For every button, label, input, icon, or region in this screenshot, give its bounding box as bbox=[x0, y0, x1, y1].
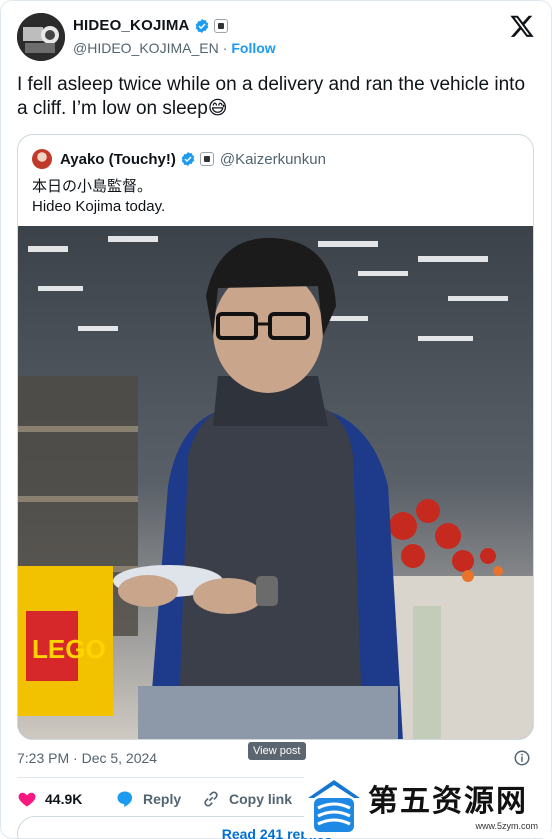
link-icon bbox=[204, 791, 218, 807]
tweet-card: HIDEO_KOJIMA @HIDEO_KOJIMA_EN · Follow I… bbox=[0, 0, 552, 839]
verified-badge-icon bbox=[195, 18, 208, 33]
quoted-verified-badge-icon bbox=[181, 152, 195, 166]
svg-text:LEGO: LEGO bbox=[32, 634, 106, 664]
likes-count: 44.9K bbox=[45, 791, 83, 807]
watermark: 第五资源网 www.5zym.com bbox=[304, 776, 550, 838]
heart-icon bbox=[18, 792, 36, 807]
like-button[interactable]: 44.9K bbox=[17, 788, 115, 810]
watermark-text: 第五资源网 www.5zym.com bbox=[368, 783, 538, 831]
author-name-text[interactable]: HIDEO_KOJIMA bbox=[73, 17, 190, 34]
author-avatar[interactable] bbox=[17, 13, 65, 61]
watermark-logo bbox=[308, 780, 360, 832]
quoted-avatar[interactable] bbox=[32, 149, 52, 169]
author-handle[interactable]: @HIDEO_KOJIMA_EN bbox=[73, 40, 219, 56]
info-icon[interactable] bbox=[513, 749, 531, 767]
copy-link-label: Copy link bbox=[229, 791, 293, 807]
reply-label: Reply bbox=[143, 791, 182, 807]
quoted-text: 本日の小島監督。 Hideo Kojima today. bbox=[32, 177, 165, 217]
x-logo-icon[interactable] bbox=[509, 13, 535, 39]
handle-separator: · bbox=[222, 40, 228, 56]
quoted-affiliate-badge-icon bbox=[199, 152, 214, 166]
watermark-url: www.5zym.com bbox=[475, 821, 538, 831]
quoted-tweet[interactable]: Ayako (Touchy!) @Kaizerkunkun 本日の小島監督。 H… bbox=[17, 134, 534, 740]
tweet-text: I fell asleep twice while on a delivery … bbox=[17, 74, 526, 119]
quoted-handle[interactable]: @Kaizerkunkun bbox=[220, 151, 326, 168]
tweet-timestamp[interactable]: 7:23 PM · Dec 5, 2024 bbox=[17, 750, 157, 766]
photo-illustration: LEGO bbox=[18, 226, 533, 739]
view-post-tooltip: View post bbox=[248, 742, 306, 760]
reply-icon bbox=[117, 791, 133, 807]
action-bar: 44.9K Reply Copy link bbox=[17, 788, 311, 810]
author-display-name[interactable]: HIDEO_KOJIMA bbox=[73, 17, 228, 34]
quoted-display-name[interactable]: Ayako (Touchy!) bbox=[60, 151, 176, 168]
quoted-header: Ayako (Touchy!) @Kaizerkunkun bbox=[32, 149, 326, 169]
quoted-text-line-1: 本日の小島監督。 bbox=[32, 178, 153, 195]
quoted-text-line-2: Hideo Kojima today. bbox=[32, 198, 166, 215]
reply-button[interactable]: Reply bbox=[115, 788, 201, 810]
quoted-photo[interactable]: LEGO bbox=[18, 226, 533, 739]
follow-button[interactable]: Follow bbox=[231, 40, 275, 56]
copy-link-button[interactable]: Copy link bbox=[201, 788, 311, 810]
affiliate-badge-icon bbox=[213, 18, 228, 33]
watermark-title: 第五资源网 bbox=[368, 784, 528, 819]
author-handle-row: @HIDEO_KOJIMA_EN · Follow bbox=[73, 40, 276, 56]
